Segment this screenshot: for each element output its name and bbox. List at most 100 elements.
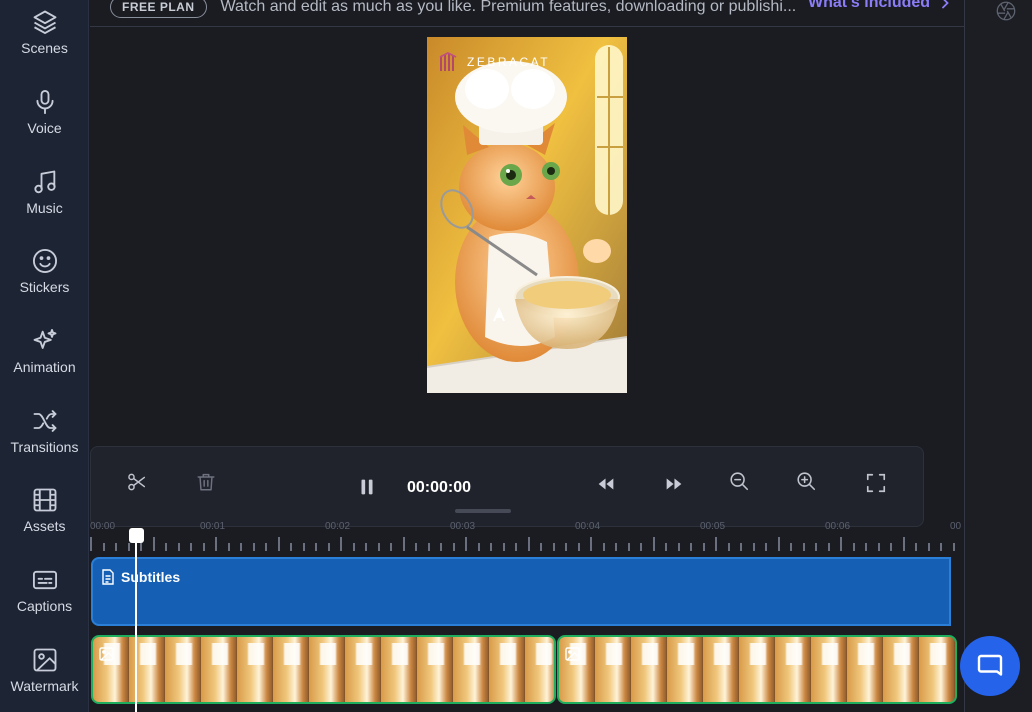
- sidebar-item-music[interactable]: Music: [0, 164, 89, 242]
- video-clip[interactable]: [91, 635, 556, 704]
- ruler-tick: [365, 543, 367, 551]
- ruler-tick: [540, 543, 542, 551]
- chat-bubble-icon: [977, 654, 1003, 676]
- fullscreen-button[interactable]: [863, 470, 889, 496]
- zoom-out-button[interactable]: [727, 469, 751, 493]
- layers-icon: [33, 10, 56, 35]
- ruler-tick: [727, 543, 730, 551]
- ruler-tick: [227, 543, 230, 551]
- ruler-tick: [390, 543, 392, 551]
- ruler-tick: [415, 543, 417, 551]
- whats-included-link[interactable]: What's included: [808, 0, 950, 12]
- ruler-label: 00:00: [90, 521, 116, 532]
- ruler-tick: [377, 543, 380, 551]
- ruler-tick: [502, 543, 505, 551]
- sidebar-item-stickers[interactable]: Stickers: [0, 243, 89, 321]
- ruler-tick: [877, 543, 880, 551]
- pause-button[interactable]: [355, 475, 379, 499]
- film-icon: [33, 488, 56, 512]
- music-note-icon: [33, 170, 56, 194]
- ruler-tick: [890, 543, 892, 551]
- ruler-tick: [677, 543, 680, 551]
- video-preview[interactable]: ZEBRACAT: [427, 37, 627, 393]
- sidebar-item-captions[interactable]: Captions: [0, 562, 89, 640]
- fast-forward-button[interactable]: [662, 473, 686, 495]
- clip-frames: [93, 637, 554, 702]
- subtitle-track[interactable]: Subtitles: [91, 557, 951, 626]
- ruler-tick: [252, 543, 255, 551]
- sidebar-item-label: Animation: [13, 359, 76, 375]
- delete-button[interactable]: [194, 470, 218, 494]
- ruler-tick: [715, 537, 717, 551]
- plan-badge: FREE PLAN: [110, 0, 207, 18]
- preview-image: [427, 37, 627, 393]
- sidebar-item-label: Captions: [16, 598, 73, 614]
- ruler-tick: [865, 543, 867, 551]
- sidebar-item-transitions[interactable]: Transitions: [0, 403, 89, 481]
- ruler-tick: [215, 537, 217, 551]
- ruler-tick: [140, 543, 142, 551]
- ruler-tick: [927, 543, 930, 551]
- ruler-tick: [402, 537, 405, 551]
- document-icon: [102, 569, 114, 585]
- whats-included-label: What's included: [808, 0, 931, 11]
- ruler-tick: [815, 543, 817, 551]
- panel-resize-handle[interactable]: [455, 509, 511, 513]
- sidebar-item-label: Watermark: [10, 678, 79, 694]
- zoom-in-icon: [797, 472, 816, 491]
- clip-frames: [559, 637, 955, 702]
- rewind-icon: [598, 478, 614, 490]
- ruler-tick: [90, 537, 92, 551]
- split-button[interactable]: [125, 470, 149, 494]
- sidebar-item-scenes[interactable]: Scenes: [0, 4, 89, 82]
- ruler-tick: [177, 543, 180, 551]
- ruler-tick: [652, 537, 655, 551]
- ruler-tick: [315, 543, 317, 551]
- ruler-tick: [640, 543, 642, 551]
- rewind-button[interactable]: [594, 473, 618, 495]
- ruler-tick: [790, 543, 792, 551]
- ruler-tick: [465, 537, 467, 551]
- sidebar-item-animation[interactable]: Animation: [0, 323, 89, 401]
- ruler-tick: [577, 543, 580, 551]
- playhead[interactable]: [135, 536, 137, 712]
- zoom-in-button[interactable]: [794, 469, 818, 493]
- ruler-tick: [840, 537, 842, 551]
- sidebar-item-label: Stickers: [19, 279, 70, 295]
- image-icon: [99, 647, 114, 661]
- ruler-tick: [427, 543, 430, 551]
- ruler-tick: [240, 543, 242, 551]
- sidebar-item-voice[interactable]: Voice: [0, 84, 89, 162]
- playhead-handle[interactable]: [129, 528, 144, 543]
- ruler-tick: [565, 543, 567, 551]
- video-clip[interactable]: [557, 635, 957, 704]
- sidebar-item-label: Voice: [27, 120, 62, 136]
- right-panel: [964, 0, 1032, 712]
- ruler-tick: [102, 543, 105, 551]
- trash-icon: [197, 473, 215, 491]
- scissors-icon: [128, 473, 146, 491]
- fullscreen-icon: [866, 473, 886, 493]
- captions-icon: [32, 570, 57, 590]
- image-icon: [33, 648, 56, 672]
- aperture-icon[interactable]: [995, 0, 1017, 22]
- ruler-tick: [852, 543, 855, 551]
- brand-watermark: ZEBRACAT: [439, 51, 550, 73]
- ruler-tick: [627, 543, 630, 551]
- ruler-tick: [302, 543, 305, 551]
- ruler-tick: [915, 543, 917, 551]
- ruler-label: 00:06: [825, 521, 851, 532]
- timeline-ruler[interactable]: 00:00 00:01 00:02 00:03 00:04 00:05 00:0…: [90, 515, 964, 555]
- ruler-tick: [827, 543, 830, 551]
- sidebar: Scenes Voice Music Stickers Animation Tr…: [0, 0, 89, 712]
- ruler-tick: [765, 543, 767, 551]
- chevron-right-icon: [942, 0, 949, 9]
- zoom-out-icon: [730, 472, 749, 491]
- pause-icon: [361, 479, 373, 495]
- sidebar-item-assets[interactable]: Assets: [0, 482, 89, 560]
- microphone-icon: [35, 89, 54, 115]
- chat-button[interactable]: [960, 636, 1020, 696]
- ruler-tick: [602, 543, 605, 551]
- sidebar-item-watermark[interactable]: Watermark: [0, 642, 89, 712]
- shuffle-icon: [33, 410, 56, 432]
